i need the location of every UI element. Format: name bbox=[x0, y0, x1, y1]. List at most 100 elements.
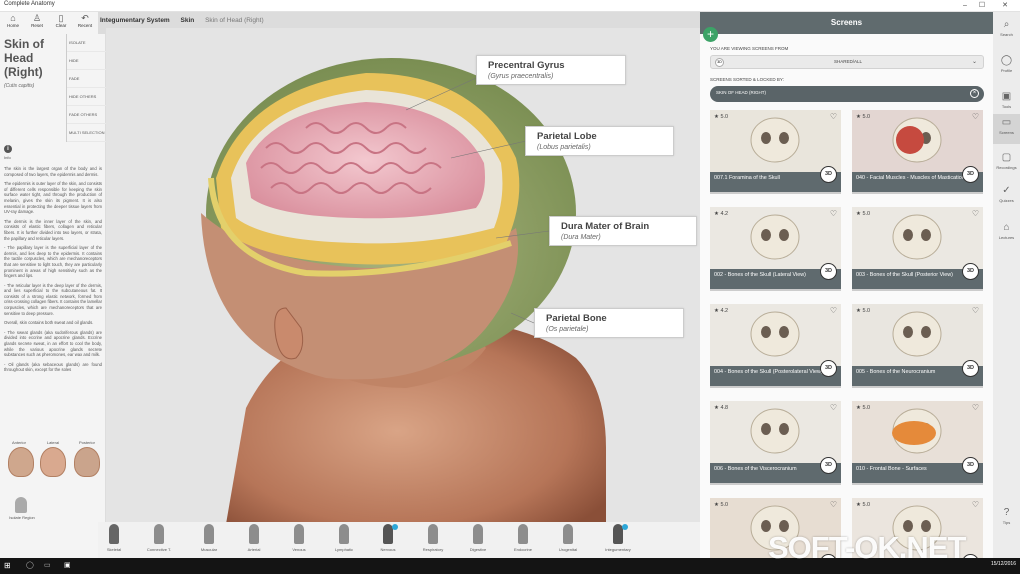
open-3d-button[interactable]: 3D bbox=[962, 457, 979, 474]
favorite-heart-icon[interactable]: ♡ bbox=[830, 112, 837, 121]
callout-latin: (Lobus parietalis) bbox=[537, 144, 591, 151]
system-muscular[interactable]: Muscular bbox=[187, 524, 231, 552]
task-view-icon[interactable]: ▭ bbox=[44, 561, 51, 569]
favorite-heart-icon[interactable]: ♡ bbox=[830, 209, 837, 218]
sorted-label: SCREENS SORTED & LOCKED BY: bbox=[710, 77, 784, 82]
skull-illustration bbox=[750, 408, 800, 454]
callout-parietal-bone[interactable]: Parietal Bone (Os parietale) bbox=[534, 308, 684, 338]
system-endocrine[interactable]: Endocrine bbox=[501, 524, 545, 552]
system-label: Connective T. bbox=[146, 547, 172, 552]
menu-hide[interactable]: HIDE bbox=[67, 52, 106, 70]
favorite-heart-icon[interactable]: ♡ bbox=[972, 306, 979, 315]
open-3d-button[interactable]: 3D bbox=[820, 360, 837, 377]
rail-lectures[interactable]: ⌂ Lectures bbox=[993, 219, 1020, 249]
screen-card[interactable]: ★ 4.2 ♡ 002 - Bones of the Skull (Lateral … bbox=[710, 207, 841, 291]
breadcrumb-item[interactable]: Skin bbox=[181, 17, 195, 24]
open-3d-button[interactable]: 3D bbox=[962, 360, 979, 377]
menu-fade-others[interactable]: FADE OTHERS bbox=[67, 106, 106, 124]
favorite-heart-icon[interactable]: ♡ bbox=[972, 500, 979, 509]
screen-card[interactable]: ★ 5.0 ♡ 007.1 Foramina of the Skull 3D bbox=[710, 110, 841, 194]
app-taskbar-icon[interactable]: ▣ bbox=[64, 561, 71, 569]
rail-recordings[interactable]: ▢ Recordings bbox=[993, 149, 1020, 179]
open-3d-button[interactable]: 3D bbox=[962, 166, 979, 183]
system-digestive[interactable]: Digestive bbox=[456, 524, 500, 552]
app-title: Complete Anatomy bbox=[4, 1, 55, 7]
system-label: Skeletal bbox=[106, 547, 122, 552]
system-nervous[interactable]: Nervous bbox=[366, 524, 410, 552]
endocrine-figure-icon bbox=[518, 524, 528, 544]
home-button[interactable]: ⌂ Home bbox=[3, 13, 23, 28]
clear-icon: ▯ bbox=[58, 13, 64, 23]
anterior-view-thumbnail[interactable] bbox=[8, 447, 34, 477]
posterior-view-thumbnail[interactable] bbox=[74, 447, 100, 477]
screen-card[interactable]: ★ 4.2 ♡ 004 - Bones of the Skull (Posterol… bbox=[710, 304, 841, 388]
screen-thumbnail bbox=[852, 401, 983, 463]
favorite-heart-icon[interactable]: ♡ bbox=[830, 500, 837, 509]
recent-icon: ↶ bbox=[81, 13, 89, 23]
lateral-view-thumbnail[interactable] bbox=[40, 447, 66, 477]
system-skeletal[interactable]: Skeletal bbox=[92, 524, 136, 552]
3d-viewport[interactable]: Precentral Gyrus (Gyrus praecentralis) P… bbox=[106, 28, 700, 524]
favorite-heart-icon[interactable]: ♡ bbox=[972, 209, 979, 218]
rail-label: Quizzes bbox=[999, 198, 1014, 203]
screen-card[interactable]: ★ 5.0 ♡ 040 - Facial Muscles - Muscles of … bbox=[852, 110, 983, 194]
screen-card[interactable]: ★ 5.0 ♡ 003 - Bones of the Skull (Posterio… bbox=[852, 207, 983, 291]
menu-fade[interactable]: FADE bbox=[67, 70, 106, 88]
screen-card[interactable]: ★ 5.0 ♡ 010 - Frontal Bone - Surfaces 3D bbox=[852, 401, 983, 485]
add-screen-button[interactable]: + bbox=[703, 27, 718, 42]
rail-profile[interactable]: ◯ Profile bbox=[993, 52, 1020, 82]
skull-illustration bbox=[892, 214, 942, 260]
system-lymphatic[interactable]: Lymphatic bbox=[322, 524, 366, 552]
skeletal-figure-icon bbox=[109, 524, 119, 544]
callout-dura-mater[interactable]: Dura Mater of Brain (Dura Mater) bbox=[549, 216, 697, 246]
breadcrumb-item[interactable]: Integumentary System bbox=[100, 17, 170, 24]
info-icon[interactable]: i bbox=[4, 145, 12, 153]
clear-button[interactable]: ▯ Clear bbox=[51, 13, 71, 28]
toolbar-label: Home bbox=[6, 23, 19, 28]
rail-label: Screens bbox=[999, 130, 1014, 135]
system-integumentary[interactable]: Integumentary bbox=[596, 524, 640, 552]
system-respiratory[interactable]: Respiratory bbox=[411, 524, 455, 552]
recent-button[interactable]: ↶ Recent bbox=[75, 13, 95, 28]
isolate-region-button[interactable]: Isolate Region bbox=[2, 497, 42, 520]
screen-card[interactable]: ★ 5.0 ♡ 005 - Bones of the Neurocranium 3D bbox=[852, 304, 983, 388]
minimize-icon[interactable]: – bbox=[958, 0, 972, 12]
system-urogenital[interactable]: Urogenital bbox=[546, 524, 590, 552]
callout-precentral-gyrus[interactable]: Precentral Gyrus (Gyrus praecentralis) bbox=[476, 55, 626, 85]
rail-label: Tips bbox=[1002, 520, 1011, 525]
maximize-icon[interactable]: ☐ bbox=[975, 0, 989, 12]
system-connective-tissue[interactable]: Connective T. bbox=[137, 524, 181, 552]
favorite-heart-icon[interactable]: ♡ bbox=[830, 306, 837, 315]
screen-card[interactable]: ★ 4.8 ♡ 006 - Bones of the Viscerocranium 3… bbox=[710, 401, 841, 485]
description-text: The skin is the largest organ of the bod… bbox=[4, 166, 102, 377]
anatomy-model[interactable] bbox=[106, 28, 700, 524]
system-label: Endocrine bbox=[513, 547, 532, 552]
menu-isolate[interactable]: ISOLATE bbox=[67, 34, 106, 52]
open-3d-button[interactable]: 3D bbox=[962, 263, 979, 280]
rail-quizzes[interactable]: ✓ Quizzes bbox=[993, 182, 1020, 212]
open-3d-button[interactable]: 3D bbox=[820, 263, 837, 280]
menu-multi-selection[interactable]: MULTI SELECTION bbox=[67, 124, 106, 142]
clear-filter-icon[interactable]: × bbox=[970, 89, 979, 98]
urogenital-figure-icon bbox=[563, 524, 573, 544]
close-icon[interactable]: ✕ bbox=[998, 0, 1012, 12]
rail-tips[interactable]: ? Tips bbox=[993, 504, 1020, 534]
screen-source-dropdown[interactable]: 3D SHARED/ALL ⌄ bbox=[710, 55, 984, 69]
favorite-heart-icon[interactable]: ♡ bbox=[972, 403, 979, 412]
system-label: Arterial bbox=[247, 547, 261, 552]
rail-screens[interactable]: ▭ Screens bbox=[993, 114, 1020, 144]
rail-search[interactable]: ⌕ Search bbox=[993, 16, 1020, 46]
callout-parietal-lobe[interactable]: Parietal Lobe (Lobus parietalis) bbox=[525, 126, 674, 156]
open-3d-button[interactable]: 3D bbox=[820, 166, 837, 183]
system-venous[interactable]: Venous bbox=[277, 524, 321, 552]
open-3d-button[interactable]: 3D bbox=[820, 457, 837, 474]
sort-filter-chip[interactable]: SKIN OF HEAD (RIGHT) × bbox=[710, 86, 984, 102]
favorite-heart-icon[interactable]: ♡ bbox=[830, 403, 837, 412]
menu-hide-others[interactable]: HIDE OTHERS bbox=[67, 88, 106, 106]
windows-start-icon[interactable]: ⊞ bbox=[4, 561, 11, 570]
favorite-heart-icon[interactable]: ♡ bbox=[972, 112, 979, 121]
search-icon[interactable]: ◯ bbox=[26, 561, 34, 569]
reset-button[interactable]: ♙ Reset bbox=[27, 13, 47, 28]
system-arterial[interactable]: Arterial bbox=[232, 524, 276, 552]
screen-thumbnail bbox=[852, 110, 983, 172]
